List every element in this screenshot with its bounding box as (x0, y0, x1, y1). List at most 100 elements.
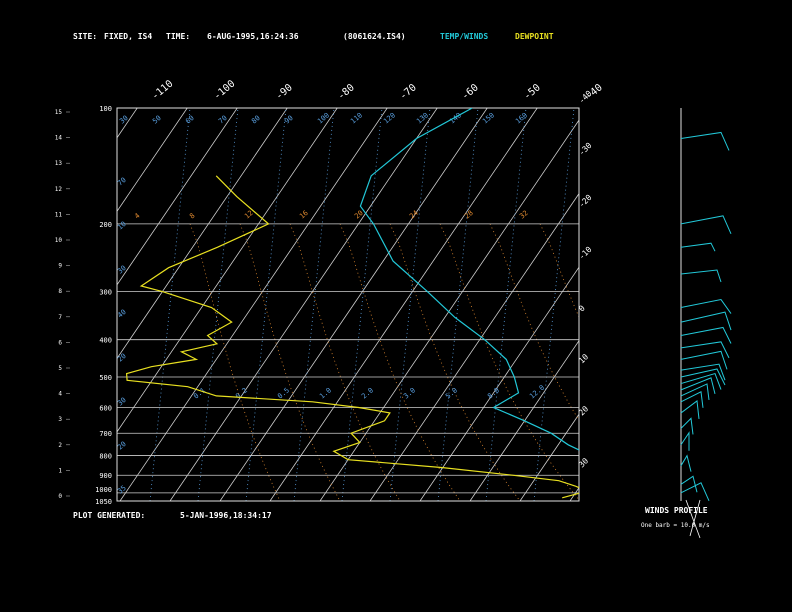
theta-label: 90 (283, 114, 295, 126)
isotherm-line (720, 108, 792, 501)
theta-label: 60 (184, 114, 196, 126)
isotherm-line (519, 413, 579, 501)
mixing-ratio-label: 2.0 (360, 386, 375, 400)
top-temp-label: -70 (398, 82, 419, 102)
pressure-label: 1050 (95, 498, 112, 506)
isotherm-line (369, 192, 579, 501)
wind-barb (680, 383, 710, 400)
right-temp-label: -10 (577, 245, 594, 262)
mixing-ratio-label: 1.0 (318, 386, 333, 400)
adiabat-label: 4 (133, 212, 141, 221)
height-tick-label: 4 (58, 391, 62, 398)
wind-barb (680, 215, 732, 235)
theta-left-label: 40 (116, 308, 128, 320)
height-tick-label: 9 (58, 263, 62, 270)
skew-t-chart: 1002003004005006007008009001000105001234… (0, 78, 792, 539)
isotherm-line (117, 108, 188, 213)
winds-profile-panel (680, 131, 732, 539)
adiabat-label: 28 (463, 209, 475, 221)
wind-barb (680, 482, 710, 502)
adiabat-label: 8 (188, 212, 196, 221)
pressure-label: 900 (99, 472, 112, 480)
mixing-ratio-label: 3.0 (402, 386, 417, 400)
top-temp-label: -60 (460, 82, 481, 102)
isotherm-line (269, 108, 538, 501)
pressure-label: 600 (99, 404, 112, 412)
height-tick-label: 8 (58, 288, 62, 295)
wind-barb (680, 131, 730, 151)
mixing-ratio-line (485, 108, 527, 501)
top-temp-label: -110 (150, 78, 176, 102)
theta-label: 70 (217, 114, 229, 126)
pressure-label: 200 (99, 221, 112, 229)
adiabat-curve (239, 223, 341, 501)
adiabat-curve (339, 223, 461, 501)
plot-generated-value: 5-JAN-1996,18:34:17 (180, 511, 272, 520)
pressure-label: 100 (99, 105, 112, 113)
adiabat-label: 24 (408, 209, 420, 221)
wind-barb (680, 475, 698, 493)
theta-label: 120 (382, 111, 397, 125)
height-tick-label: 5 (58, 365, 62, 372)
height-tick-label: 0 (58, 493, 62, 500)
wind-barb (680, 242, 716, 252)
mixing-ratio-line (437, 108, 479, 501)
isotherm-line (169, 108, 438, 501)
pressure-label: 800 (99, 453, 112, 461)
right-temp-label: -30 (577, 141, 594, 158)
wind-barb (680, 269, 722, 283)
wind-barb (680, 298, 732, 314)
height-tick-label: 15 (55, 109, 63, 116)
theta-label: 100 (316, 111, 331, 125)
series-temp-winds (359, 108, 579, 451)
adiabat-curve (489, 223, 579, 421)
adiabat-label: 32 (518, 209, 530, 221)
chart-series (125, 108, 579, 499)
theta-label: 110 (349, 111, 364, 125)
height-tick-label: 7 (58, 314, 62, 321)
mixing-ratio-label: 12.0 (528, 384, 546, 401)
height-tick-label: 3 (58, 416, 62, 423)
winds-profile-note: One barb = 10.0 m/s (641, 522, 710, 529)
theta-label: 50 (151, 114, 163, 126)
adiabat-label: 16 (298, 209, 310, 221)
right-temp-label: -20 (577, 193, 594, 210)
mixing-ratio-label: 0.5 (276, 386, 291, 400)
winds-profile-title: WINDS PROFILE (645, 506, 708, 515)
height-tick-label: 10 (55, 237, 63, 244)
theta-left-label: 30 (116, 264, 128, 276)
wind-barb (680, 341, 730, 359)
theta-left-label: 35 (116, 484, 128, 496)
adiabat-curve (389, 223, 521, 501)
mixing-ratio-line (293, 108, 335, 501)
pressure-label: 500 (99, 374, 112, 382)
wind-barb (680, 431, 690, 451)
adiabat-curve (189, 223, 281, 501)
top-temp-label: -90 (274, 82, 295, 102)
height-tick-label: 11 (55, 211, 63, 218)
pressure-label: 1000 (95, 486, 112, 494)
height-tick-label: 13 (55, 160, 63, 167)
wind-barb (680, 454, 692, 472)
wind-barb (680, 417, 694, 435)
isotherm-line (0, 108, 37, 501)
theta-left-label: 20 (116, 352, 128, 364)
isotherm-line (119, 108, 388, 501)
isotherm-line (620, 108, 792, 501)
theta-label: 80 (250, 114, 262, 126)
isotherm-line (219, 108, 488, 501)
adiabat-curve (289, 223, 401, 501)
theta-left-label: 10 (116, 220, 128, 232)
top-temp-label: -80 (336, 82, 357, 102)
isotherm-line (670, 108, 792, 501)
height-tick-label: 12 (55, 186, 63, 193)
mixing-ratio-line (341, 108, 383, 501)
top-temp-label: -50 (522, 82, 543, 102)
height-tick-label: 14 (55, 135, 63, 142)
mixing-ratio-line (149, 108, 191, 501)
theta-label: 30 (118, 114, 130, 126)
top-temp-label: -100 (212, 78, 238, 102)
isotherm-line (0, 108, 87, 501)
height-tick-label: 2 (58, 442, 62, 449)
theta-label: 140 (448, 111, 463, 125)
